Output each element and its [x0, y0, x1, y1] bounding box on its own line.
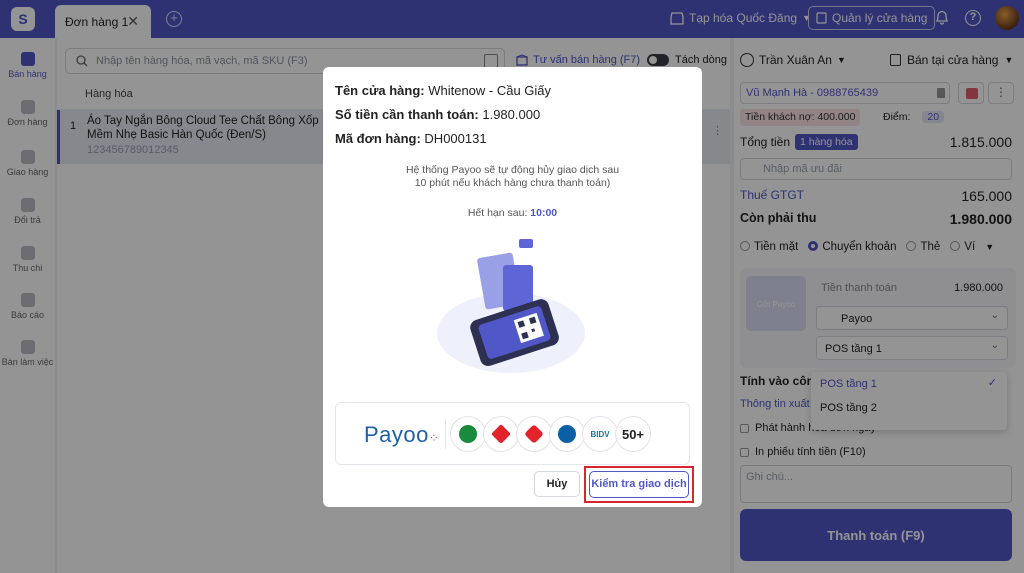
expire-countdown: Hết hạn sau: 10:00	[323, 207, 702, 219]
modal-store-line: Tên cửa hàng: Whitenow - Cầu Giấy	[335, 83, 551, 98]
check-transaction-label: Kiểm tra giao dịch	[591, 478, 687, 490]
bidv-text: BIDV	[590, 429, 610, 439]
cancel-label: Hủy	[546, 478, 568, 490]
note-line-1: Hệ thống Payoo sẽ tự động hủy giao dịch …	[405, 164, 620, 176]
bank-bidv-icon: BIDV	[582, 416, 618, 452]
expire-value: 10:00	[530, 207, 558, 219]
more-banks-badge: 50+	[615, 416, 651, 452]
amount-value: 1.980.000	[482, 107, 541, 122]
highlight-box: Kiểm tra giao dịch	[584, 466, 694, 503]
store-value: Whitenow - Cầu Giấy	[428, 83, 552, 98]
check-transaction-button[interactable]: Kiểm tra giao dịch	[589, 471, 689, 498]
auto-cancel-note: Hệ thống Payoo sẽ tự động hủy giao dịch …	[323, 164, 702, 190]
supported-banks-box: Payoo⁘ BIDV 50+	[335, 402, 690, 465]
amount-label: Số tiền cần thanh toán:	[335, 107, 479, 122]
bank-hdbank-icon	[516, 416, 552, 452]
cancel-button[interactable]: Hủy	[534, 471, 580, 497]
payoo-logo-text: Payoo	[364, 422, 429, 447]
more-banks-text: 50+	[621, 426, 645, 442]
order-label: Mã đơn hàng:	[335, 131, 421, 146]
pos-terminal-illustration	[437, 239, 585, 373]
modal-amount-line: Số tiền cần thanh toán: 1.980.000	[335, 107, 540, 122]
bank-vietcombank-icon	[450, 416, 486, 452]
store-label: Tên cửa hàng:	[335, 83, 425, 98]
divider	[445, 419, 446, 449]
modal-order-line: Mã đơn hàng: DH000131	[335, 131, 487, 146]
payoo-logo: Payoo⁘	[364, 422, 440, 447]
note-line-2: 10 phút nếu khách hàng chưa thanh toán)	[414, 177, 611, 189]
expire-label: Hết hạn sau:	[467, 207, 528, 219]
bank-vietinbank-icon	[549, 416, 585, 452]
order-value: DH000131	[424, 131, 487, 146]
bank-techcombank-icon	[483, 416, 519, 452]
payoo-payment-modal: Tên cửa hàng: Whitenow - Cầu Giấy Số tiề…	[323, 67, 702, 507]
